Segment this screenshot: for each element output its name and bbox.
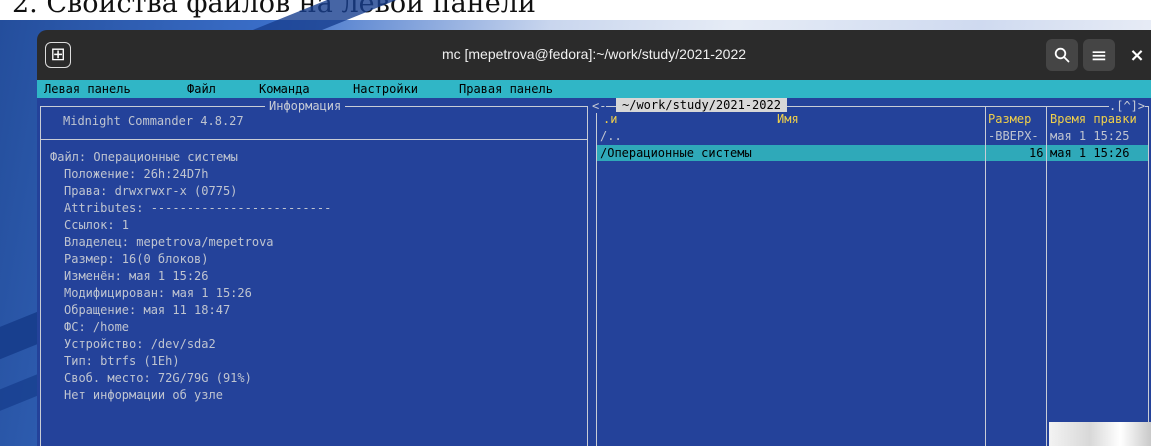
panel-left-corner[interactable]: <-: [592, 99, 607, 113]
search-icon: [1054, 47, 1070, 63]
mc-menubar: Левая панель Файл Команда Настройки Прав…: [37, 80, 1151, 98]
info-modified: Модифицирован: мая 1 15:26: [64, 286, 252, 300]
info-filesystem: ФС: /home: [64, 320, 130, 334]
panel-history-button[interactable]: .[^]>: [1109, 99, 1146, 113]
menu-right-panel[interactable]: Правая панель: [459, 82, 553, 96]
info-panel-header: Информация: [265, 99, 346, 113]
file-name: /..: [600, 129, 622, 143]
mc-version: Midnight Commander 4.8.27: [63, 114, 244, 128]
menu-command[interactable]: Команда: [259, 82, 310, 96]
file-size: -ВВЕРХ-: [988, 129, 1039, 143]
window-titlebar: ⊞ mc [mepetrova@fedora]:~/work/study/202…: [37, 30, 1151, 80]
column-header-size[interactable]: Размер: [988, 112, 1031, 126]
info-links: Ссылок: 1: [64, 218, 130, 232]
file-size: 16: [1029, 146, 1044, 160]
file-mtime: мая 1 15:25: [1050, 129, 1130, 143]
menu-settings[interactable]: Настройки: [353, 82, 418, 96]
info-position: Положение: 26h:24D7h: [64, 167, 209, 181]
document-heading-strip: 2. Свойства файлов на левой панели: [0, 0, 1151, 20]
info-file-line: Файл: Операционные системы: [50, 150, 238, 164]
info-accessed: Обращение: мая 11 18:47: [64, 303, 231, 317]
info-changed: Изменён: мая 1 15:26: [64, 269, 209, 283]
menu-left-panel[interactable]: Левая панель: [44, 82, 131, 96]
terminal-window: ⊞ mc [mepetrova@fedora]:~/work/study/202…: [37, 30, 1151, 446]
info-attributes: Attributes: -------------------------: [64, 201, 332, 215]
info-divider: [41, 139, 587, 140]
hamburger-menu-button[interactable]: ≡: [1083, 39, 1115, 71]
sort-indicator[interactable]: .и: [603, 112, 617, 126]
close-window-button[interactable]: ×: [1123, 39, 1151, 71]
window-title: mc [mepetrova@fedora]:~/work/study/2021-…: [441, 46, 747, 62]
column-header-mtime[interactable]: Время правки: [1050, 112, 1137, 126]
overlay-thumbnail: [1049, 422, 1151, 446]
menu-file[interactable]: Файл: [187, 82, 216, 96]
current-path[interactable]: ~/work/study/2021-2022: [616, 98, 787, 112]
info-owner: Владелец: mepetrova/mepetrova: [64, 235, 274, 249]
info-inode: Нет информации об узле: [64, 388, 223, 402]
close-icon: ×: [1129, 44, 1145, 66]
column-header-name[interactable]: Имя: [777, 112, 799, 126]
info-size: Размер: 16(0 блоков): [64, 252, 209, 266]
info-fs-type: Тип: btrfs (1Eh): [64, 354, 180, 368]
file-mtime: мая 1 15:26: [1050, 146, 1130, 160]
hamburger-icon: ≡: [1090, 43, 1108, 67]
search-button[interactable]: [1046, 39, 1078, 71]
info-permissions: Права: drwxrwxr-x (0775): [64, 184, 238, 198]
file-name: /Операционные системы: [600, 146, 752, 160]
info-free-space: Своб. место: 72G/79G (91%): [64, 371, 252, 385]
info-device: Устройство: /dev/sda2: [64, 337, 216, 351]
mc-panels: Информация Midnight Commander 4.8.27 Фай…: [37, 98, 1151, 446]
document-heading: 2. Свойства файлов на левой панели: [12, 0, 536, 19]
